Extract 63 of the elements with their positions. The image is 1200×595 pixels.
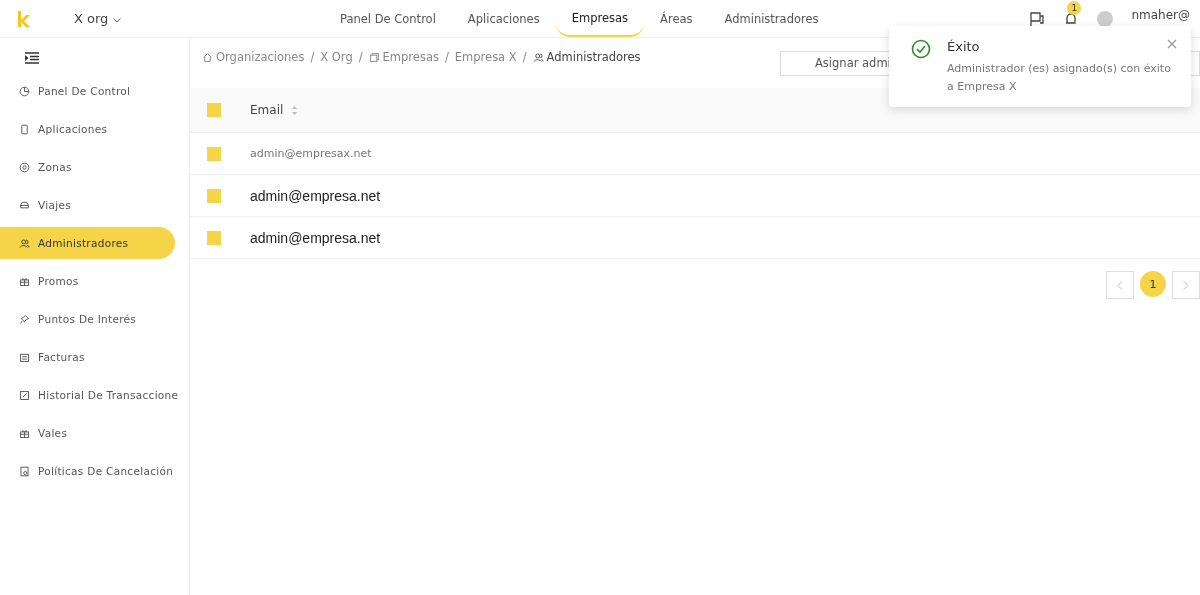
pin-icon <box>19 161 30 173</box>
sidebar-item[interactable]: Facturas <box>0 341 181 373</box>
table-cell: admin@empresa.net <box>250 229 381 246</box>
chevron-left-icon <box>1117 280 1123 290</box>
column-header[interactable]: Email <box>250 103 284 117</box>
close-icon[interactable] <box>1167 39 1177 49</box>
users-icon <box>19 237 30 249</box>
sidebar-item[interactable]: Administradores <box>0 227 175 259</box>
sidebar-item[interactable]: Aplicaciones <box>0 113 181 145</box>
users-icon <box>532 51 544 63</box>
toast-message: Administrador (es) asignado(s) con éxito a Empresa X <box>947 61 1172 95</box>
breadcrumb-link[interactable]: X Org <box>320 50 353 64</box>
breadcrumb-link[interactable]: Empresas <box>382 50 439 64</box>
nav-tab[interactable]: Empresas <box>555 0 645 37</box>
page-button[interactable]: 1 <box>1140 271 1166 297</box>
checkbox[interactable] <box>207 230 221 245</box>
breadcrumb-link[interactable]: Organizaciones <box>216 50 305 64</box>
breadcrumb-link[interactable]: Administradores <box>546 50 641 64</box>
sort-icon[interactable] <box>291 104 299 116</box>
home-icon <box>202 51 213 63</box>
edit-icon <box>19 389 30 401</box>
user-name[interactable]: nmaher@ <box>1131 7 1190 22</box>
pie-icon <box>19 85 30 97</box>
separator: / <box>522 50 527 64</box>
invoice-icon <box>19 351 30 363</box>
nav-tab[interactable]: Áreas <box>644 0 709 37</box>
sidebar-item[interactable]: Viajes <box>0 189 181 221</box>
checkbox[interactable] <box>207 188 221 203</box>
notification-badge: 1 <box>1067 0 1082 15</box>
menu-icon[interactable] <box>25 52 39 64</box>
chevron-right-icon <box>1183 280 1189 290</box>
checkbox[interactable] <box>207 146 221 161</box>
success-icon <box>911 39 931 59</box>
separator: / <box>358 50 363 64</box>
org-selector[interactable]: X org <box>74 11 244 26</box>
separator: / <box>310 50 315 64</box>
chevron-down-icon <box>112 18 121 23</box>
pushpin-icon <box>19 313 30 325</box>
doc-icon <box>19 465 30 477</box>
sidebar-item[interactable]: Historial De Transaccione <box>0 379 181 411</box>
phone-icon <box>19 123 30 135</box>
breadcrumb-link[interactable]: Empresa X <box>454 50 517 64</box>
previous-button[interactable] <box>1106 271 1134 299</box>
toast-title: Éxito <box>947 39 981 54</box>
sidebar-item[interactable]: Zonas <box>0 151 181 183</box>
building-icon <box>368 51 380 63</box>
nav-tab[interactable]: Administradores <box>708 0 835 37</box>
table-cell: admin@empresa.net <box>250 187 381 204</box>
next-button[interactable] <box>1172 271 1200 299</box>
gift-icon <box>19 275 30 287</box>
nav-tab[interactable]: Panel De Control <box>324 0 452 37</box>
table-cell: admin@empresax.net <box>250 147 372 160</box>
flag-icon[interactable] <box>1029 10 1046 27</box>
nav-tab[interactable]: Aplicaciones <box>451 0 556 37</box>
separator: / <box>444 50 449 64</box>
avatar <box>1097 10 1114 27</box>
sidebar-item[interactable]: Políticas De Cancelación <box>0 455 181 487</box>
sidebar-item[interactable]: Promos <box>0 265 181 297</box>
gift-icon <box>19 427 30 439</box>
sidebar-item[interactable]: Panel De Control <box>0 75 181 107</box>
sidebar-item[interactable]: Puntos De Interés <box>0 303 181 335</box>
sidebar-item[interactable]: Vales <box>0 417 181 449</box>
checkbox[interactable] <box>207 103 221 117</box>
